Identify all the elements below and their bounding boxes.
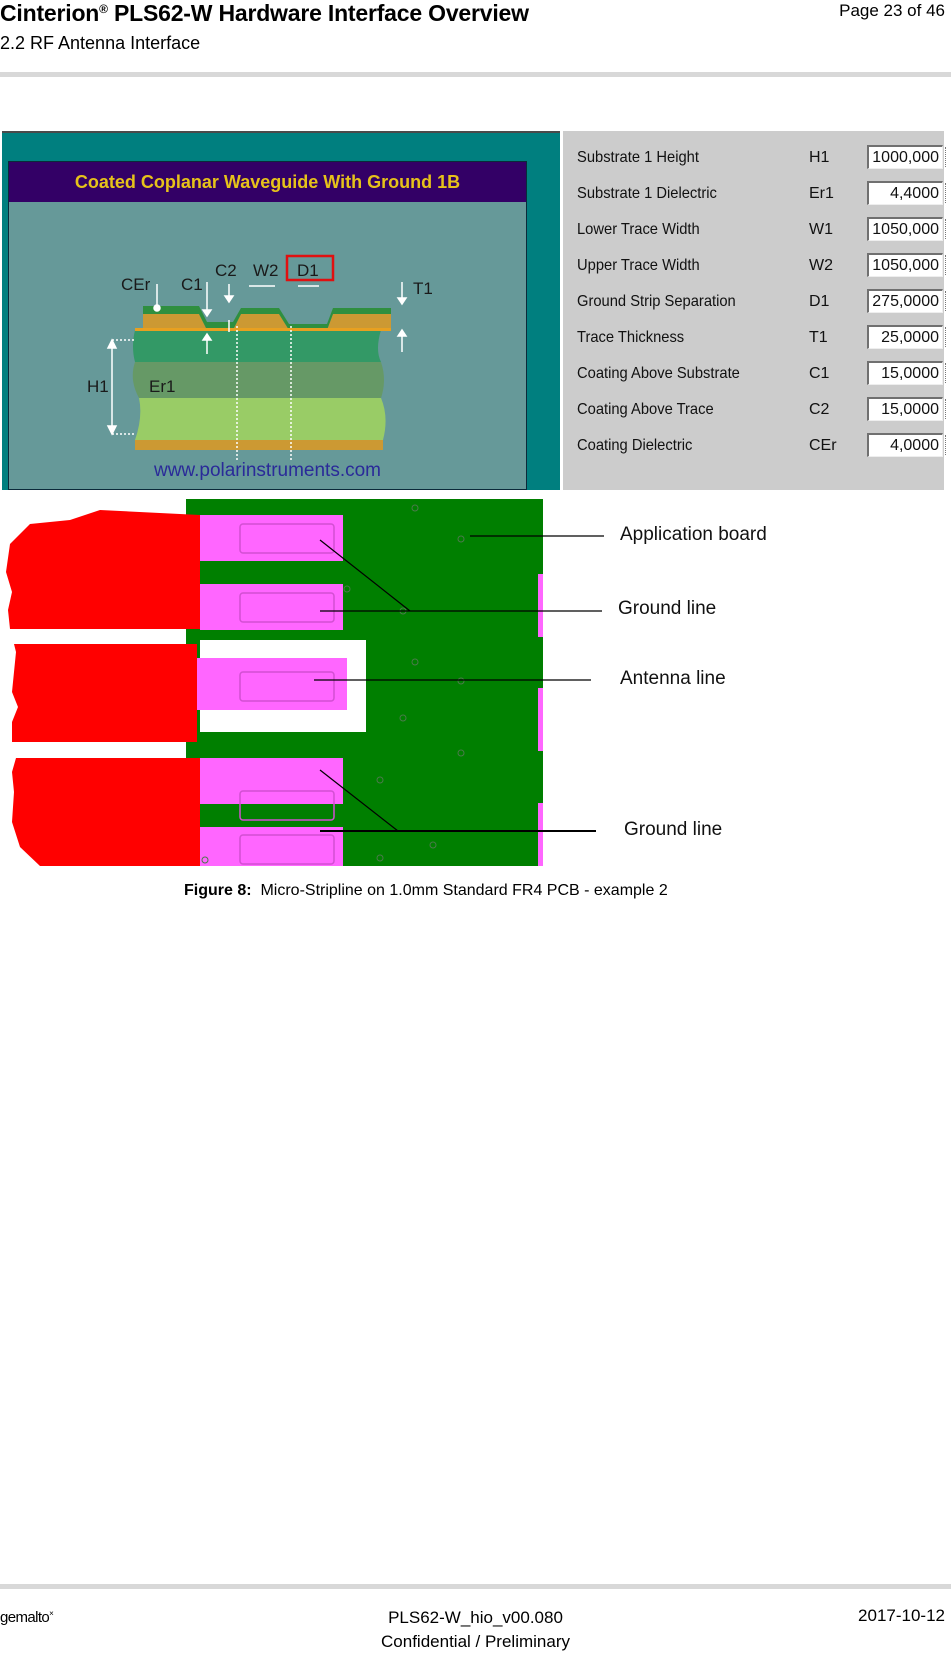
- parameter-label: Coating Above Substrate: [577, 365, 740, 382]
- spinner-icon[interactable]: [945, 435, 949, 455]
- spinner-icon[interactable]: [945, 327, 949, 347]
- parameter-row: Coating Above Trace C2 15,0000: [577, 397, 947, 427]
- title-rest: PLS62-W Hardware Interface Overview: [107, 0, 529, 26]
- doc-id: PLS62-W_hio_v00.080: [388, 1608, 563, 1627]
- board-edge-pads: [538, 574, 543, 866]
- registered-mark: ®: [99, 2, 108, 16]
- module-ground-top: [6, 510, 200, 629]
- pcb-layout-figure: Application board Ground line Antenna li…: [0, 492, 951, 872]
- label-antenna-line: Antenna line: [620, 668, 726, 689]
- parameter-label: Upper Trace Width: [577, 257, 700, 274]
- parameter-input[interactable]: 15,0000: [867, 361, 943, 385]
- parameter-row: Trace Thickness T1 25,0000: [577, 325, 947, 355]
- spinner-icon[interactable]: [945, 255, 949, 275]
- parameter-row: Coating Dielectric CEr 4,0000: [577, 433, 947, 463]
- parameter-row: Lower Trace Width W1 1050,000: [577, 217, 947, 247]
- spinner-icon[interactable]: [945, 399, 949, 419]
- figure-caption: Figure 8: Micro-Stripline on 1.0mm Stand…: [184, 882, 668, 900]
- parameter-input[interactable]: 25,0000: [867, 325, 943, 349]
- label-d1: D1: [297, 261, 319, 280]
- footer-doc-info: PLS62-W_hio_v00.080 Confidential / Preli…: [0, 1606, 951, 1654]
- parameter-input[interactable]: 4,0000: [867, 433, 943, 457]
- label-c1: C1: [181, 275, 203, 294]
- ground-plane: [135, 440, 383, 450]
- substrate-lower-layer: [135, 398, 386, 440]
- parameter-symbol: W1: [809, 221, 833, 238]
- parameter-input[interactable]: 1050,000: [867, 217, 943, 241]
- parameter-label: Lower Trace Width: [577, 221, 700, 238]
- label-cer: CEr: [121, 275, 151, 294]
- spinner-icon[interactable]: [945, 183, 949, 203]
- parameter-input[interactable]: 4,4000: [867, 181, 943, 205]
- parameter-symbol: W2: [809, 257, 833, 274]
- spinner-icon[interactable]: [945, 147, 949, 167]
- structure-panel: Coated Coplanar Waveguide With Ground 1B: [2, 131, 560, 490]
- document-title: Cinterion® PLS62-W Hardware Interface Ov…: [0, 0, 529, 27]
- parameter-symbol: H1: [809, 149, 830, 166]
- module-ground-bottom: [12, 758, 200, 866]
- parameter-label: Substrate 1 Height: [577, 149, 699, 166]
- left-ground-strip: [143, 314, 207, 330]
- label-w2: W2: [253, 261, 279, 280]
- structure-title: Coated Coplanar Waveguide With Ground 1B: [9, 162, 526, 202]
- right-ground-strip: [327, 314, 391, 330]
- parameter-input[interactable]: 1000,000: [867, 145, 943, 169]
- ground-pad: [200, 827, 343, 872]
- parameter-input[interactable]: 1050,000: [867, 253, 943, 277]
- parameter-label: Ground Strip Separation: [577, 293, 736, 310]
- label-ground-line-2: Ground line: [624, 819, 723, 840]
- parameter-input[interactable]: 275,0000: [867, 289, 943, 313]
- parameter-symbol: C1: [809, 365, 830, 382]
- label-t1: T1: [413, 279, 433, 298]
- spinner-icon[interactable]: [945, 363, 949, 383]
- antenna-pad: [197, 658, 347, 710]
- parameter-label: Coating Above Trace: [577, 401, 714, 418]
- parameter-symbol: D1: [809, 293, 830, 310]
- parameter-row: Substrate 1 Height H1 1000,000: [577, 145, 947, 175]
- parameter-symbol: C2: [809, 401, 830, 418]
- label-er1: Er1: [149, 377, 175, 396]
- label-c2: C2: [215, 261, 237, 280]
- structure-diagram-frame: Coated Coplanar Waveguide With Ground 1B: [8, 161, 527, 490]
- polar-url: www.polarinstruments.com: [153, 460, 382, 481]
- header-rule: [0, 72, 951, 77]
- doc-date: 2017-10-12: [858, 1606, 945, 1625]
- parameter-symbol: CEr: [809, 437, 837, 454]
- ground-pad: [200, 584, 343, 630]
- pcb-layout-drawing: [0, 499, 951, 872]
- caption-text: Micro-Stripline on 1.0mm Standard FR4 PC…: [251, 882, 668, 899]
- spinner-icon[interactable]: [945, 219, 949, 239]
- ground-pad: [200, 515, 343, 561]
- parameter-label: Trace Thickness: [577, 329, 685, 346]
- module-antenna-block: [12, 644, 197, 742]
- impedance-calculator-screenshot: Coated Coplanar Waveguide With Ground 1B: [2, 131, 947, 490]
- section-heading: 2.2 RF Antenna Interface: [0, 33, 201, 53]
- ground-pad: [200, 758, 343, 804]
- label-ground-line-1: Ground line: [618, 598, 717, 619]
- parameter-row: Substrate 1 Dielectric Er1 4,4000: [577, 181, 947, 211]
- parameter-row: Upper Trace Width W2 1050,000: [577, 253, 947, 283]
- label-application-board: Application board: [620, 524, 767, 545]
- caption-prefix: Figure 8:: [184, 882, 252, 899]
- parameter-panel: Substrate 1 Height H1 1000,000 Substrate 1 …: [561, 131, 947, 490]
- parameter-input[interactable]: 15,0000: [867, 397, 943, 421]
- parameter-label: Coating Dielectric: [577, 437, 693, 454]
- parameter-symbol: Er1: [809, 185, 834, 202]
- parameter-row: Coating Above Substrate C1 15,0000: [577, 361, 947, 391]
- page-number: Page 23 of 46: [839, 1, 945, 20]
- substrate-upper-layer: [133, 330, 381, 362]
- spinner-icon[interactable]: [945, 291, 949, 311]
- title-brand: Cinterion: [0, 0, 100, 26]
- footer-rule: [0, 1584, 951, 1589]
- cross-section-diagram: CEr C1 C2 W2 D1 T1 H1 Er1 W1: [87, 254, 433, 460]
- parameter-label: Substrate 1 Dielectric: [577, 185, 717, 202]
- parameter-symbol: T1: [809, 329, 828, 346]
- confidentiality: Confidential / Preliminary: [381, 1632, 570, 1651]
- label-h1: H1: [87, 377, 109, 396]
- parameter-row: Ground Strip Separation D1 275,0000: [577, 289, 947, 319]
